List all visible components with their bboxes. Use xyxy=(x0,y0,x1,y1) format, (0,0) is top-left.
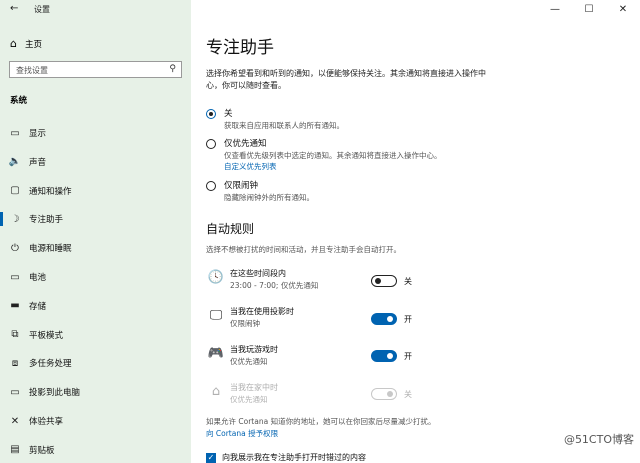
tablet-icon: ⧉ xyxy=(11,329,19,341)
radio-sub-alarms: 隐藏除闹钟外的所有通知。 xyxy=(224,193,314,202)
sidebar-item[interactable]: ⧈ 多任务处理 xyxy=(0,353,191,373)
monitor-icon: 🖵 xyxy=(209,308,223,323)
sidebar-item[interactable]: ▢ 通知和操作 xyxy=(0,181,191,201)
sidebar-item[interactable]: ▭ 显示 xyxy=(0,123,191,143)
search-input[interactable]: 查找设置 ⚲ xyxy=(9,61,182,78)
rule-gaming-toggle[interactable] xyxy=(371,350,397,362)
sidebar-item[interactable]: 🔈 声音 xyxy=(0,152,191,172)
sidebar-item-label: 投影到此电脑 xyxy=(29,388,81,399)
rule-home: ⌂ 当我在家中时 仅优先通知 xyxy=(206,382,436,406)
search-placeholder: 查找设置 xyxy=(16,66,48,75)
rule-gaming[interactable]: 🎮 当我玩游戏时 仅优先通知 xyxy=(206,344,436,368)
sidebar-item-label: 显示 xyxy=(29,129,47,139)
radio-sub-priority: 仅查看优先级列表中选定的通知。其余通知将直接进入操作中心。 xyxy=(224,151,442,160)
search-icon: ⚲ xyxy=(169,64,176,74)
summary-checkbox-label: 向我展示我在专注助手打开时错过的内容 xyxy=(222,453,366,462)
clock-icon: 🕓 xyxy=(207,270,225,285)
battery-icon: ▭ xyxy=(10,271,20,283)
sidebar-item-label: 专注助手 xyxy=(29,215,64,226)
radio-label-off: 关 xyxy=(224,109,233,119)
rule-home-toggle xyxy=(371,388,397,400)
home-icon: ⌂ xyxy=(10,37,17,50)
cortana-permission-link[interactable]: 向 Cortana 授予权限 xyxy=(206,428,278,439)
radio-alarms[interactable]: 仅限闹钟 隐藏除闹钟外的所有通知。 xyxy=(206,180,314,203)
sidebar-item-label: 剪贴板 xyxy=(29,445,55,456)
moon-icon: ☽ xyxy=(10,213,20,225)
maximize-icon[interactable]: ☐ xyxy=(572,0,606,18)
rule-time-toggle[interactable] xyxy=(371,275,397,287)
gamepad-icon: 🎮 xyxy=(207,346,225,361)
radio-off[interactable]: 关 获取来自应用和联系人的所有通知。 xyxy=(206,108,344,131)
page-description: 选择你希望看到和听到的通知，以便能够保持关注。其余通知将直接进入操作中心，你可以… xyxy=(206,69,486,90)
projector-icon: ▭ xyxy=(10,386,20,398)
rule-sub: 仅优先通知 xyxy=(230,357,268,366)
rule-gaming-state: 开 xyxy=(404,352,412,361)
sidebar-item-home[interactable]: ⌂ 主页 xyxy=(10,37,42,50)
radio-button-alarms[interactable] xyxy=(206,181,216,191)
sidebar-item-label: 存储 xyxy=(29,301,47,312)
customize-priority-link[interactable]: 自定义优先列表 xyxy=(224,161,442,172)
rule-label: 在这些时间段内 xyxy=(230,269,286,278)
page-title: 专注助手 xyxy=(206,38,274,58)
rule-projecting-toggle[interactable] xyxy=(371,313,397,325)
rule-label: 当我在家中时 xyxy=(230,383,278,392)
sidebar-item[interactable]: ▭ 电池 xyxy=(0,267,191,287)
minimize-icon[interactable]: — xyxy=(538,0,572,18)
rule-home-state: 关 xyxy=(404,390,412,399)
window-controls: — ☐ ✕ xyxy=(538,0,640,18)
sidebar-item[interactable]: ▭ 投影到此电脑 xyxy=(0,382,191,402)
rule-sub: 23:00 - 7:00; 仅优先通知 xyxy=(230,281,319,290)
auto-rules-title: 自动规则 xyxy=(206,222,255,236)
rule-projecting[interactable]: 🖵 当我在使用投影时 仅限闹钟 xyxy=(206,306,436,330)
sidebar-item-label: 电源和睡眠 xyxy=(29,244,72,255)
notification-icon: ▢ xyxy=(10,185,20,197)
back-icon[interactable]: ← xyxy=(10,3,18,14)
sidebar-item[interactable]: ⧉ 平板模式 xyxy=(0,325,191,345)
rule-time-state: 关 xyxy=(404,277,412,286)
close-icon[interactable]: ✕ xyxy=(606,0,640,18)
sidebar-item-label: 平板模式 xyxy=(29,330,64,341)
display-icon: ▭ xyxy=(10,127,20,139)
sidebar-item-label: 体验共享 xyxy=(29,417,64,427)
rule-sub: 仅限闹钟 xyxy=(230,319,260,328)
home-icon: ⌂ xyxy=(211,384,221,399)
sidebar-item[interactable]: ⏻ 电源和睡眠 xyxy=(0,238,191,258)
rule-projecting-state: 开 xyxy=(404,315,412,324)
rule-time[interactable]: 🕓 在这些时间段内 23:00 - 7:00; 仅优先通知 xyxy=(206,268,436,292)
power-icon: ⏻ xyxy=(11,242,19,254)
rule-sub: 仅优先通知 xyxy=(230,395,268,404)
clipboard-icon: ▤ xyxy=(10,444,20,456)
cortana-text: 如果允许 Cortana 知道你的地址，她可以在你回家后尽量减少打扰。 xyxy=(206,417,436,426)
radio-label-alarms: 仅限闹钟 xyxy=(224,181,259,191)
multitask-icon: ⧈ xyxy=(11,357,19,369)
section-label: 系统 xyxy=(10,96,28,106)
radio-button-priority[interactable] xyxy=(206,139,216,149)
speaker-icon: 🔈 xyxy=(8,156,22,168)
radio-priority[interactable]: 仅优先通知 仅查看优先级列表中选定的通知。其余通知将直接进入操作中心。 自定义优… xyxy=(206,138,442,172)
auto-rules-description: 选择不想被打扰的时间和活动，并且专注助手会自动打开。 xyxy=(206,245,401,254)
radio-sub-off: 获取来自应用和联系人的所有通知。 xyxy=(224,121,344,130)
storage-icon: ▬ xyxy=(10,300,20,312)
sidebar-item[interactable]: ☽ 专注助手 xyxy=(0,209,191,229)
app-title: 设置 xyxy=(34,5,50,14)
checkbox-checked-icon[interactable]: ✓ xyxy=(206,452,216,463)
sidebar-item[interactable]: ▬ 存储 xyxy=(0,296,191,316)
sidebar-item[interactable]: ✕ 体验共享 xyxy=(0,411,191,431)
share-icon: ✕ xyxy=(10,415,20,427)
radio-label-priority: 仅优先通知 xyxy=(224,139,267,149)
sidebar-item-label: 声音 xyxy=(29,157,47,168)
sidebar-item-label: 电池 xyxy=(29,273,47,283)
home-label: 主页 xyxy=(24,39,42,50)
sidebar-item[interactable]: ▤ 剪贴板 xyxy=(0,440,191,460)
main-panel: — ☐ ✕ 专注助手 选择你希望看到和听到的通知，以便能够保持关注。其余通知将直… xyxy=(191,0,640,463)
radio-button-off[interactable] xyxy=(206,109,216,119)
rule-label: 当我在使用投影时 xyxy=(230,307,294,316)
sidebar-item-label: 通知和操作 xyxy=(29,186,72,197)
sidebar: ← 设置 ⌂ 主页 查找设置 ⚲ 系统 ▭ 显示 🔈 声音 ▢ 通知和操作 ☽ 专注助手 ⏻ 电源… xyxy=(0,0,191,463)
summary-checkbox[interactable]: ✓ 向我展示我在专注助手打开时错过的内容 xyxy=(206,452,366,463)
sidebar-item-label: 多任务处理 xyxy=(29,359,72,370)
rule-label: 当我玩游戏时 xyxy=(230,345,278,354)
watermark: @51CTO博客 xyxy=(563,433,634,446)
